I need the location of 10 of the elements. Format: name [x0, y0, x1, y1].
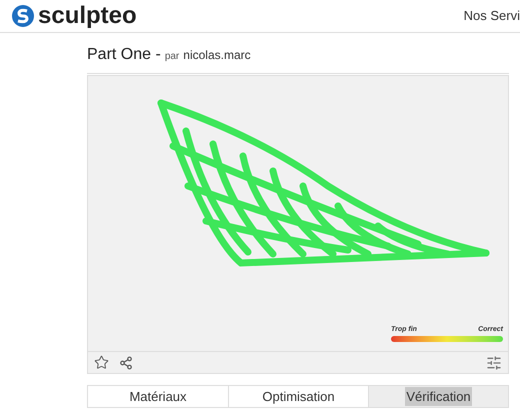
author-link[interactable]: nicolas.marc	[183, 46, 251, 64]
settings-icon[interactable]	[486, 354, 502, 370]
star-icon[interactable]	[94, 355, 109, 370]
tab[interactable]: Vérification	[368, 386, 508, 407]
part-title: Part One -	[87, 45, 161, 65]
share-icon[interactable]	[119, 356, 133, 370]
nav-link[interactable]: Nos Servi	[464, 6, 520, 26]
logo-text[interactable]: sculpteo	[38, 4, 137, 28]
logo-icon	[12, 5, 34, 27]
by-label: par	[164, 50, 180, 64]
